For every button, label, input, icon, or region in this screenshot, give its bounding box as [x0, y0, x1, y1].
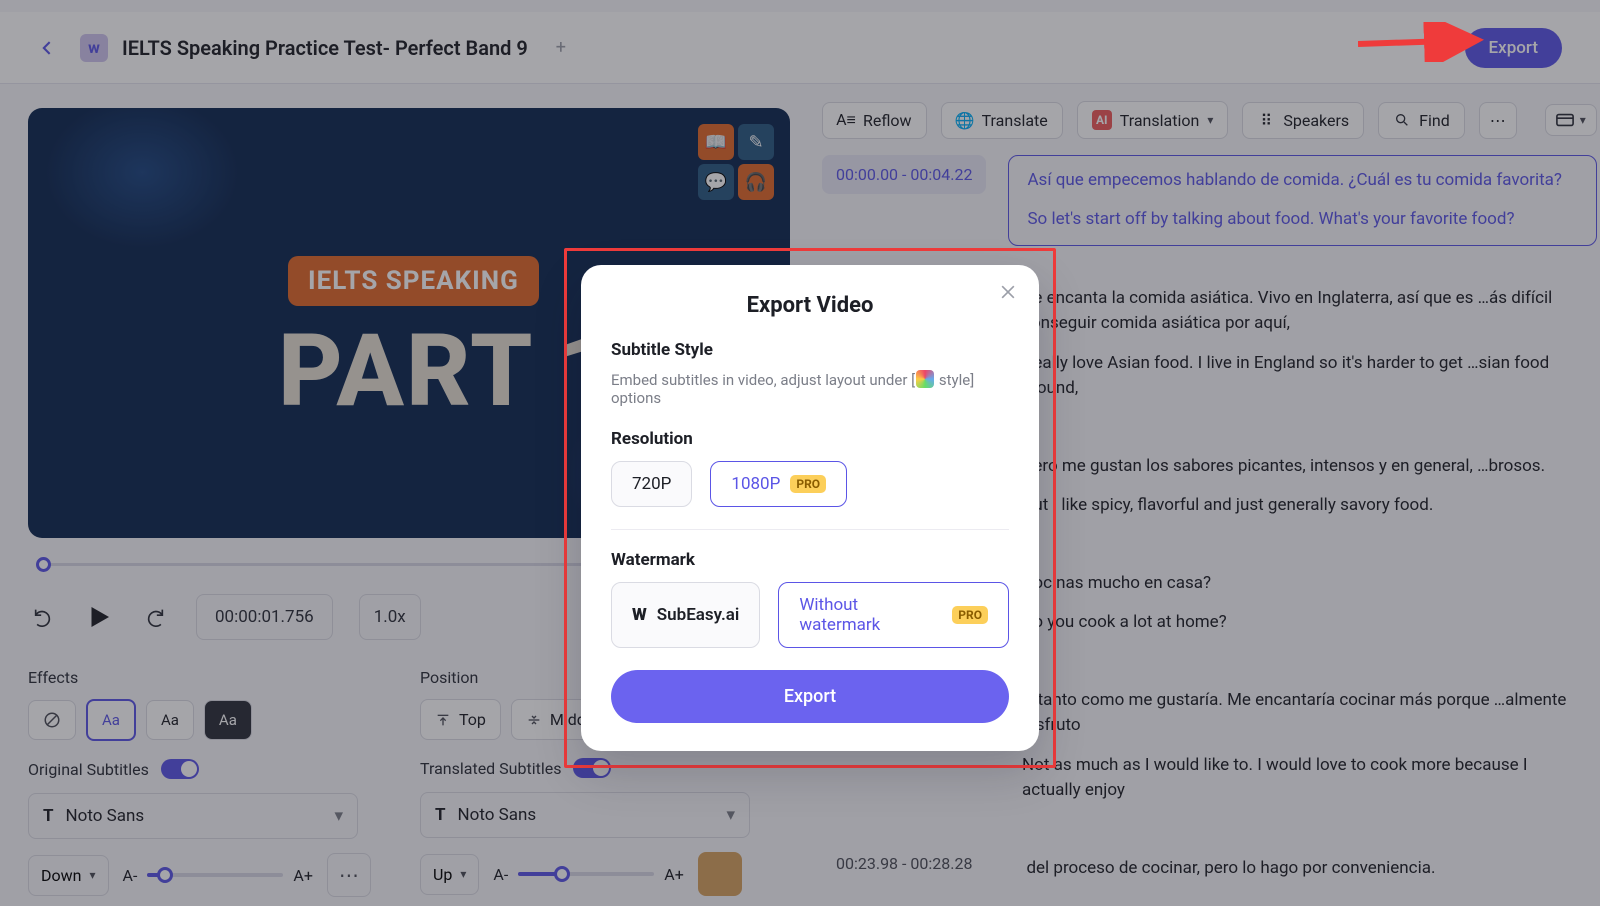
export-modal: Export Video Subtitle Style Embed subtit…: [581, 265, 1039, 751]
resolution-section: Resolution 720P 1080P PRO: [611, 429, 1009, 507]
resolution-720p[interactable]: 720P: [611, 461, 692, 507]
watermark-heading: Watermark: [611, 550, 1009, 570]
style-icon: [916, 370, 934, 388]
watermark-section: Watermark W SubEasy.ai Without watermark…: [611, 550, 1009, 648]
pro-badge: PRO: [952, 606, 988, 624]
divider: [611, 529, 1009, 530]
watermark-brand[interactable]: W SubEasy.ai: [611, 582, 760, 648]
subtitle-style-desc: Embed subtitles in video, adjust layout …: [611, 370, 1009, 407]
annotation-box: Export Video Subtitle Style Embed subtit…: [564, 248, 1056, 768]
subtitle-style-heading: Subtitle Style: [611, 340, 1009, 360]
modal-export-button[interactable]: Export: [611, 670, 1009, 723]
modal-title: Export Video: [611, 293, 1009, 318]
resolution-heading: Resolution: [611, 429, 1009, 449]
resolution-1080p[interactable]: 1080P PRO: [710, 461, 847, 507]
app-root: w IELTS Speaking Practice Test- Perfect …: [0, 0, 1600, 906]
modal-close-button[interactable]: [995, 279, 1021, 305]
pro-badge: PRO: [790, 475, 826, 493]
brand-icon: W: [632, 605, 647, 625]
subtitle-style-section: Subtitle Style Embed subtitles in video,…: [611, 340, 1009, 407]
watermark-none[interactable]: Without watermark PRO: [778, 582, 1009, 648]
